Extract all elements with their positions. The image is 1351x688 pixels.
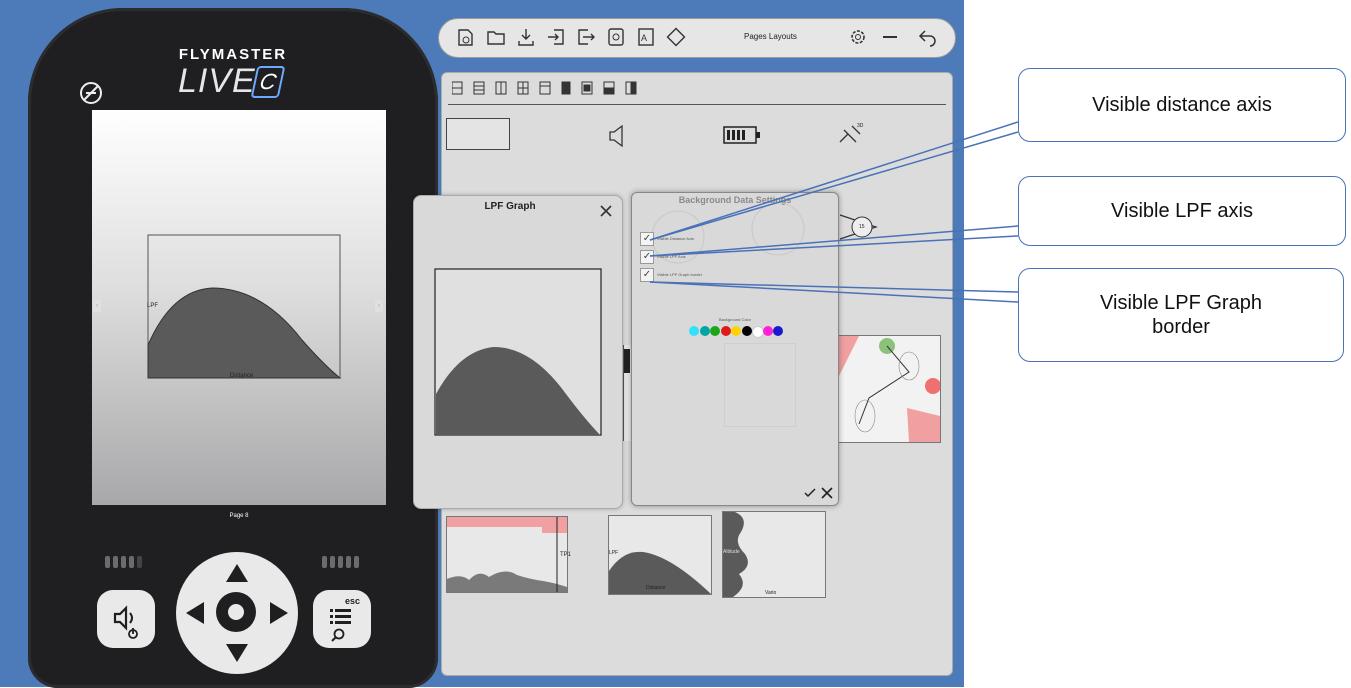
callout-lpf-border: Visible LPF Graph border (1018, 268, 1344, 362)
callout-lpf-axis: Visible LPF axis (1018, 176, 1346, 246)
callout-distance-axis: Visible distance axis (1018, 68, 1346, 142)
